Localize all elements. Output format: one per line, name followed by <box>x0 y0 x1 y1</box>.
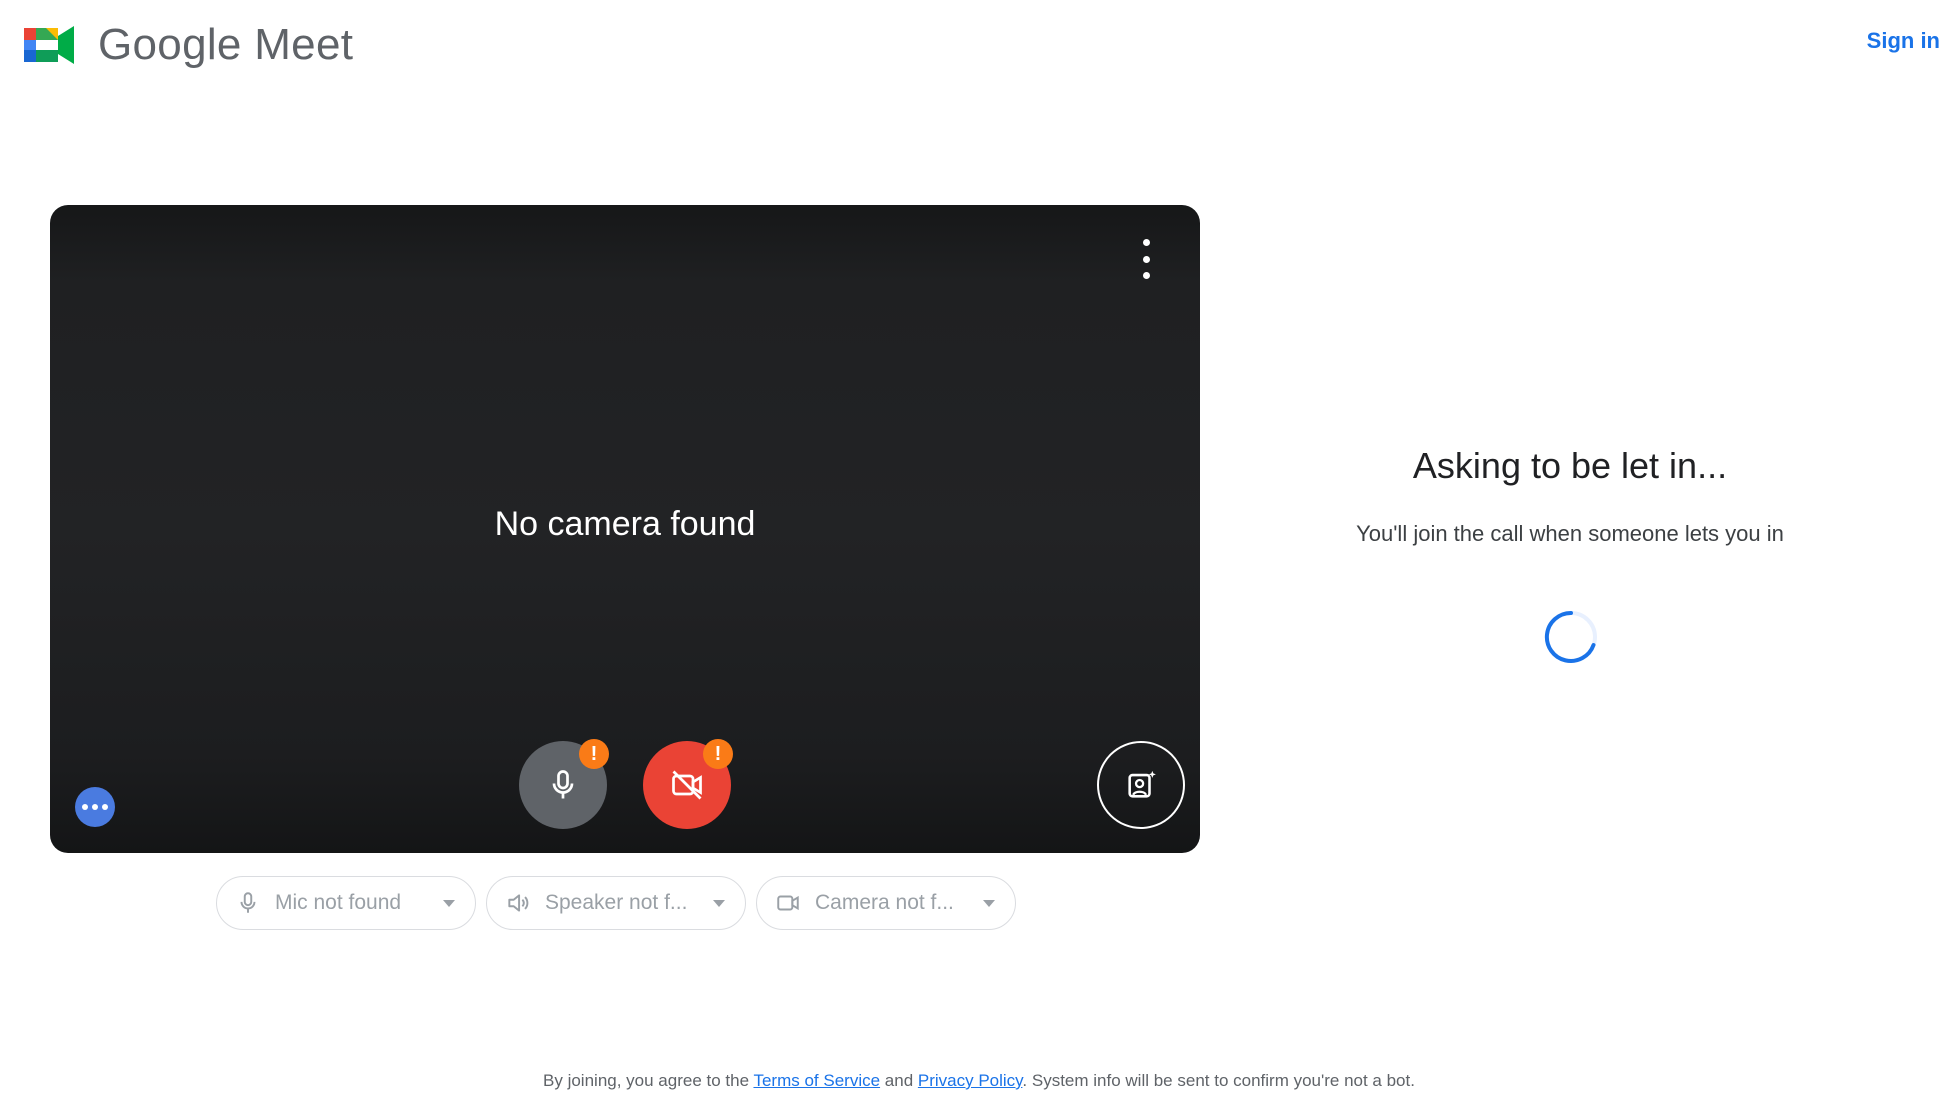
chevron-down-icon <box>443 899 455 907</box>
speaker-device-label: Speaker not f... <box>545 891 688 914</box>
waiting-title: Asking to be let in... <box>1412 445 1728 486</box>
mic-warning-badge: ! <box>579 739 609 769</box>
mic-device-select[interactable]: Mic not found <box>216 876 476 930</box>
privacy-policy-link[interactable]: Privacy Policy <box>918 1071 1023 1090</box>
mic-toggle-button[interactable]: ! <box>519 739 609 829</box>
chevron-down-icon <box>983 899 995 907</box>
terms-of-service-link[interactable]: Terms of Service <box>753 1071 880 1090</box>
sign-in-link[interactable]: Sign in <box>1867 28 1940 54</box>
loading-spinner-icon <box>1544 610 1597 663</box>
visual-effects-icon <box>1128 770 1156 798</box>
camera-device-select[interactable]: Camera not f... <box>756 876 1016 930</box>
microphone-icon <box>552 770 574 799</box>
more-horiz-icon[interactable] <box>75 787 115 827</box>
terms-footer: By joining, you agree to the Terms of Se… <box>0 1071 1958 1091</box>
footer-text-and: and <box>880 1071 918 1090</box>
google-meet-logo: Google Meet <box>18 20 353 70</box>
visual-effects-button[interactable] <box>1097 741 1185 829</box>
meet-logo-icon <box>24 26 74 64</box>
more-vert-icon[interactable] <box>1134 239 1158 279</box>
mic-device-label: Mic not found <box>275 891 402 914</box>
footer-text-before: By joining, you agree to the <box>543 1071 754 1090</box>
video-preview: No camera found ! ! <box>50 205 1200 853</box>
chevron-down-icon <box>713 899 725 907</box>
speaker-device-select[interactable]: Speaker not f... <box>486 876 746 930</box>
camera-toggle-button[interactable]: ! <box>643 739 733 829</box>
speaker-icon <box>508 894 529 912</box>
no-camera-message: No camera found <box>494 505 756 543</box>
camera-warning-badge: ! <box>703 739 733 769</box>
waiting-subtitle: You'll join the call when someone lets y… <box>1356 521 1784 546</box>
camera-icon <box>777 895 799 911</box>
device-selectors: Mic not found Speaker not f... Camera no… <box>216 876 1016 930</box>
microphone-icon <box>240 892 256 913</box>
footer-text-after: . System info will be sent to confirm yo… <box>1022 1071 1415 1090</box>
camera-off-icon <box>672 770 702 800</box>
app-name-google: Google <box>98 20 242 69</box>
app-name: Google Meet <box>98 20 353 70</box>
camera-device-label: Camera not f... <box>815 891 954 914</box>
app-name-meet: Meet <box>254 20 354 69</box>
